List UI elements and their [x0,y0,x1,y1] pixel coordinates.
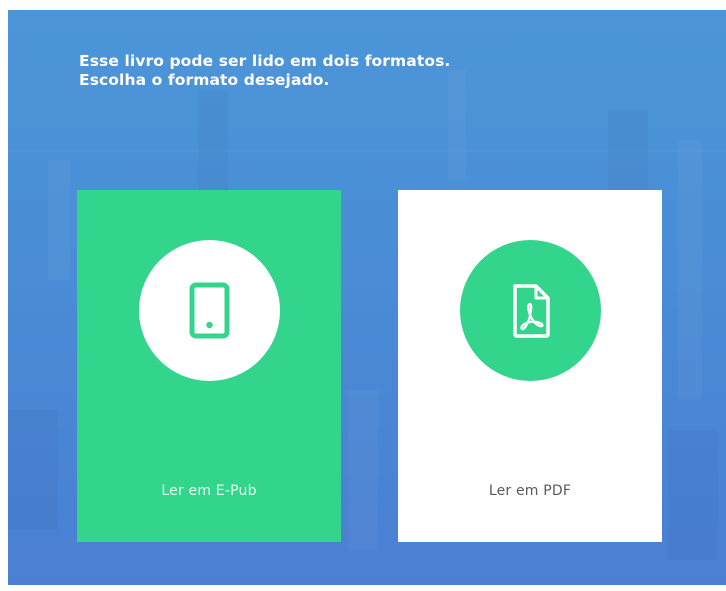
background-decoration [198,90,228,190]
background-decoration [678,140,702,400]
prompt-line-2: Escolha o formato desejado. [79,71,330,89]
page: Esse livro pode ser lido em dois formato… [0,0,726,591]
pdf-file-icon [513,284,550,338]
tablet-icon [189,282,230,339]
background-decoration [348,390,378,550]
prompt-line-1: Esse livro pode ser lido em dois formato… [79,52,451,70]
epub-icon-circle [139,240,280,381]
pdf-option-label: Ler em PDF [488,483,572,499]
epub-option-label: Ler em E-Pub [161,483,257,499]
background-decoration [8,410,58,530]
read-pdf-card[interactable]: Ler em PDF [398,190,662,542]
pdf-icon-circle [460,240,601,381]
background-decoration [48,160,70,280]
read-epub-card[interactable]: Ler em E-Pub [77,190,341,542]
background-decoration [668,430,718,560]
format-selection-panel: Esse livro pode ser lido em dois formato… [8,10,726,585]
background-decoration [448,70,466,180]
format-prompt-heading: Esse livro pode ser lido em dois formato… [79,52,450,90]
